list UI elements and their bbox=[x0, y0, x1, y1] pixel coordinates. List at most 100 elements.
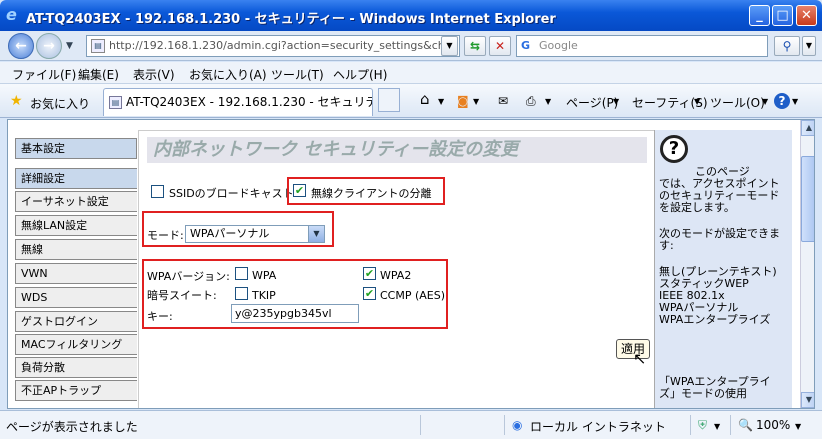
help-footer: 「WPAエンタープライズ」モードの使用 bbox=[659, 375, 771, 400]
key-input[interactable]: y@235ypgb345vl bbox=[231, 304, 359, 323]
print-dropdown-icon[interactable]: ▼ bbox=[545, 97, 551, 106]
sidebar-item-load-balance[interactable]: 負荷分散 bbox=[15, 357, 137, 378]
scroll-thumb[interactable] bbox=[801, 156, 814, 242]
mouse-cursor-icon: ↖ bbox=[633, 349, 647, 368]
search-options-button[interactable]: ▼ bbox=[802, 36, 816, 56]
main-panel: 内部ネットワーク セキュリティー設定の変更 SSIDのブロードキャスト ✔ 無線… bbox=[138, 130, 654, 408]
help-intro-c: 次のモードが設定できます: bbox=[659, 227, 780, 252]
page-content: 基本設定 詳細設定 イーサネット設定 無線LAN設定 無線 VWN WDS ゲス… bbox=[7, 119, 815, 409]
address-toolbar: ← → ▼ ▤ http://192.168.1.230/admin.cgi?a… bbox=[0, 31, 822, 61]
stop-button[interactable]: ✕ bbox=[489, 36, 511, 56]
help-dropdown-icon[interactable]: ▼ bbox=[792, 97, 798, 106]
help-panel: ? このページ では、アクセスポイントのセキュリティーモードを設定します。 次の… bbox=[654, 130, 792, 408]
home-icon[interactable]: ⌂ bbox=[420, 90, 430, 108]
ssid-broadcast-checkbox[interactable] bbox=[151, 185, 164, 198]
favorites-button[interactable]: お気に入り bbox=[30, 95, 90, 112]
sidebar-item-vwn[interactable]: VWN bbox=[15, 263, 137, 284]
status-divider bbox=[420, 415, 421, 435]
help-icon[interactable]: ? bbox=[774, 93, 790, 109]
menu-edit[interactable]: 編集(E) bbox=[78, 66, 119, 83]
wpa-version-label: WPAバージョン: bbox=[147, 270, 230, 283]
ccmp-checkbox[interactable]: ✔ bbox=[363, 287, 376, 300]
menu-tools[interactable]: ツール(T) bbox=[271, 66, 324, 83]
sidebar-item-wireless[interactable]: 無線 bbox=[15, 239, 137, 260]
home-dropdown-icon[interactable]: ▼ bbox=[438, 97, 444, 106]
protected-mode-dropdown-icon[interactable]: ▼ bbox=[714, 422, 720, 431]
status-bar: ページが表示されました ◉ ローカル イントラネット ⛨ ▼ 🔍 100% ▼ bbox=[0, 410, 822, 439]
protected-mode-icon[interactable]: ⛨ bbox=[698, 418, 707, 433]
mode-select[interactable]: WPAパーソナル ▼ bbox=[185, 225, 325, 243]
sidebar-item-guest-login[interactable]: ゲストログイン bbox=[15, 311, 137, 332]
google-icon: G bbox=[521, 39, 535, 53]
page-title: 内部ネットワーク セキュリティー設定の変更 bbox=[147, 137, 647, 163]
sidebar-item-rogue-ap[interactable]: 不正APトラップ bbox=[15, 380, 137, 401]
refresh-button[interactable]: ⇆ bbox=[464, 36, 486, 56]
wireless-isolation-label: 無線クライアントの分離 bbox=[311, 187, 432, 200]
mode-label: モード: bbox=[147, 229, 184, 242]
print-icon[interactable]: ⎙ bbox=[526, 94, 536, 109]
new-tab-button[interactable] bbox=[378, 88, 400, 112]
menu-help[interactable]: ヘルプ(H) bbox=[333, 66, 387, 83]
address-input[interactable]: ▤ http://192.168.1.230/admin.cgi?action=… bbox=[86, 35, 460, 57]
sidebar-item-wds[interactable]: WDS bbox=[15, 287, 137, 308]
mail-icon[interactable]: ✉ bbox=[498, 94, 508, 108]
favorites-bar: ★ お気に入り ▤ AT-TQ2403EX - 192.168.1.230 - … bbox=[0, 84, 822, 118]
zone-label: ローカル イントラネット bbox=[530, 420, 666, 434]
forward-button[interactable]: → bbox=[36, 33, 62, 59]
history-dropdown-icon[interactable]: ▼ bbox=[66, 41, 73, 51]
address-url: http://192.168.1.230/admin.cgi?action=se… bbox=[109, 39, 460, 52]
sidebar-item-basic[interactable]: 基本設定 bbox=[15, 138, 137, 159]
wireless-isolation-checkbox[interactable]: ✔ bbox=[293, 184, 306, 197]
feeds-dropdown-icon[interactable]: ▼ bbox=[473, 97, 479, 106]
search-placeholder: Google bbox=[539, 39, 578, 52]
scroll-up-icon[interactable]: ▲ bbox=[801, 120, 814, 136]
feeds-icon[interactable]: ◙ bbox=[457, 94, 469, 108]
mode-value: WPAパーソナル bbox=[190, 227, 270, 240]
window-title: AT-TQ2403EX - 192.168.1.230 - セキュリティー - … bbox=[26, 12, 556, 27]
status-divider bbox=[690, 415, 691, 435]
tools-dropdown-icon[interactable]: ▼ bbox=[762, 97, 768, 106]
close-button[interactable]: ✕ bbox=[796, 5, 817, 26]
help-modes: 無し(プレーンテキスト) スタティックWEP IEEE 802.1x WPAパー… bbox=[659, 265, 777, 326]
search-button[interactable]: ⚲ bbox=[774, 36, 800, 56]
minimize-button[interactable]: _ bbox=[749, 5, 770, 26]
sidebar-item-mac-filter[interactable]: MACフィルタリング bbox=[15, 334, 137, 355]
zoom-icon[interactable]: 🔍 bbox=[738, 418, 753, 432]
wpa-checkbox[interactable] bbox=[235, 267, 248, 280]
zoom-level[interactable]: 100% bbox=[756, 418, 790, 432]
maximize-button[interactable]: □ bbox=[772, 5, 793, 26]
tab-label: AT-TQ2403EX - 192.168.1.230 - セキュリティー bbox=[126, 95, 372, 109]
zoom-dropdown-icon[interactable]: ▼ bbox=[795, 422, 801, 431]
sidebar-item-wlan[interactable]: 無線LAN設定 bbox=[15, 215, 137, 236]
scroll-down-icon[interactable]: ▼ bbox=[801, 392, 814, 408]
safety-dropdown-icon[interactable]: ▼ bbox=[694, 97, 700, 106]
ccmp-label: CCMP (AES) bbox=[380, 289, 446, 302]
vertical-scrollbar[interactable]: ▲ ▼ bbox=[800, 120, 814, 408]
tkip-checkbox[interactable] bbox=[235, 287, 248, 300]
key-label: キー: bbox=[147, 310, 173, 323]
tkip-label: TKIP bbox=[252, 289, 276, 302]
address-dropdown-button[interactable]: ▼ bbox=[441, 36, 458, 56]
menu-file[interactable]: ファイル(F) bbox=[12, 66, 76, 83]
page-icon: ▤ bbox=[109, 96, 122, 109]
sidebar-item-advanced[interactable]: 詳細設定 bbox=[15, 168, 137, 189]
page-icon: ▤ bbox=[91, 39, 105, 53]
window-titlebar: e AT-TQ2403EX - 192.168.1.230 - セキュリティー … bbox=[0, 0, 822, 31]
status-divider bbox=[504, 415, 505, 435]
wpa2-checkbox[interactable]: ✔ bbox=[363, 267, 376, 280]
ie-logo-icon: e bbox=[6, 5, 17, 24]
favorites-star-icon[interactable]: ★ bbox=[10, 93, 23, 109]
status-divider bbox=[730, 415, 731, 435]
tools-menu[interactable]: ツール(O) bbox=[710, 94, 765, 111]
help-intro-b: では、アクセスポイントのセキュリティーモードを設定します。 bbox=[659, 177, 780, 214]
page-menu-dropdown-icon[interactable]: ▼ bbox=[613, 97, 619, 106]
page-menu[interactable]: ページ(P) bbox=[566, 94, 618, 111]
sidebar-item-ethernet[interactable]: イーサネット設定 bbox=[15, 191, 137, 212]
menu-view[interactable]: 表示(V) bbox=[133, 66, 175, 83]
search-input[interactable]: G Google bbox=[516, 35, 768, 57]
intranet-zone-icon: ◉ bbox=[512, 418, 523, 432]
back-button[interactable]: ← bbox=[8, 33, 34, 59]
chevron-down-icon: ▼ bbox=[308, 226, 324, 242]
menu-favorites[interactable]: お気に入り(A) bbox=[189, 66, 267, 83]
tab-current[interactable]: ▤ AT-TQ2403EX - 192.168.1.230 - セキュリティー bbox=[103, 88, 373, 116]
